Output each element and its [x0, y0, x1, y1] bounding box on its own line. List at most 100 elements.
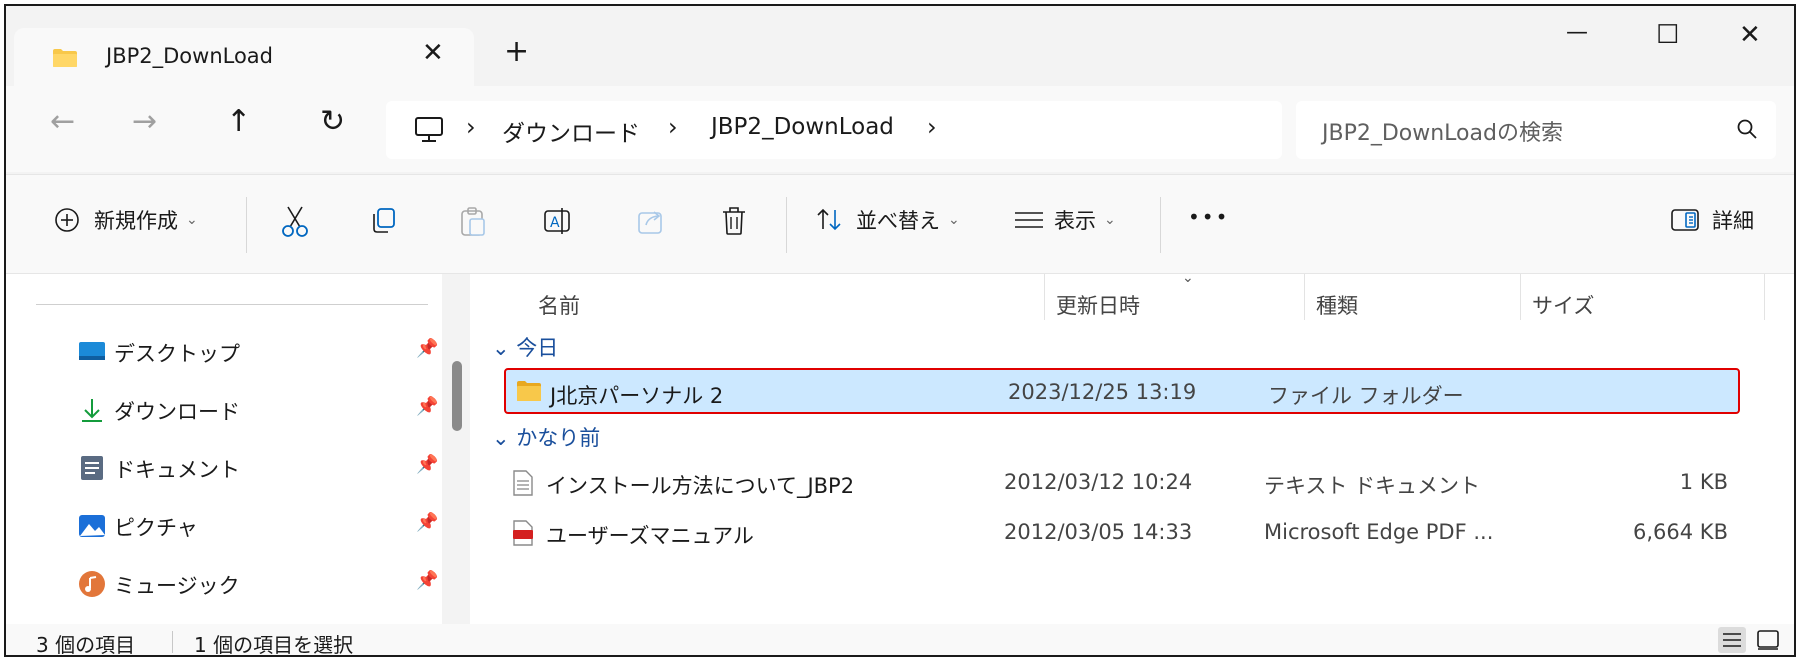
folder-icon [517, 381, 541, 401]
document-icon [81, 456, 103, 480]
sidebar-item-label: ダウンロード [114, 400, 240, 424]
paste-icon[interactable] [458, 205, 488, 239]
column-divider[interactable] [1044, 274, 1045, 320]
column-divider[interactable] [1764, 274, 1765, 320]
rename-icon[interactable]: A [542, 205, 574, 237]
sidebar-item-label: ミュージック [114, 574, 240, 598]
breadcrumb-item-jbp2-download[interactable]: JBP2_DownLoad [711, 114, 894, 140]
file-date: 2023/12/25 13:19 [1008, 380, 1197, 404]
details-pane-button[interactable]: 詳細 [1670, 205, 1754, 235]
tiles-view-icon [1757, 630, 1779, 650]
group-label: かなり前 [516, 426, 601, 450]
pdf-file-icon [513, 520, 533, 546]
file-row-selected[interactable]: J北京パーソナル 2 2023/12/25 13:19 ファイル フォルダー [504, 368, 1740, 414]
breadcrumb-separator[interactable]: › [927, 113, 937, 141]
forward-button[interactable]: → [132, 104, 157, 139]
group-label: 今日 [516, 336, 559, 360]
divider [172, 631, 173, 653]
sidebar-item-downloads[interactable]: ダウンロード 📌 [78, 390, 448, 430]
search-placeholder: JBP2_DownLoadの検索 [1322, 121, 1563, 146]
sidebar-item-label: ピクチャ [114, 516, 198, 540]
pin-icon[interactable]: 📌 [416, 338, 438, 359]
search-input[interactable]: JBP2_DownLoadの検索 [1296, 101, 1776, 159]
sidebar-scrollbar[interactable] [442, 274, 470, 624]
chevron-down-icon: ⌄ [186, 212, 198, 228]
column-header-size[interactable]: サイズ [1532, 290, 1594, 320]
svg-text:A: A [550, 215, 560, 231]
group-header-today[interactable]: ⌄ 今日 [492, 332, 558, 362]
file-row[interactable]: インストール方法について_JBP2 2012/03/12 10:24 テキスト … [502, 460, 1742, 506]
sidebar-item-pictures[interactable]: ピクチャ 📌 [78, 506, 448, 546]
file-size: 6,664 KB [1633, 520, 1728, 544]
file-type: テキスト ドキュメント [1264, 474, 1481, 498]
file-type: Microsoft Edge PDF ... [1264, 520, 1494, 544]
sort-icon [817, 208, 841, 231]
file-name: J北京パーソナル 2 [550, 384, 724, 408]
desktop-icon [79, 342, 105, 360]
pin-icon[interactable]: 📌 [416, 454, 438, 475]
title-bar: JBP2_DownLoad ✕ + — ☐ ✕ [6, 6, 1794, 86]
pictures-icon [79, 515, 105, 537]
this-pc-icon [415, 117, 443, 142]
text-file-icon [513, 470, 533, 496]
delete-icon[interactable] [720, 205, 748, 237]
pin-icon[interactable]: 📌 [416, 570, 438, 591]
sort-button[interactable]: 並べ替え ⌄ [816, 205, 960, 235]
cut-icon[interactable] [280, 205, 310, 239]
column-divider[interactable] [1304, 274, 1305, 320]
address-row: ← → ↑ ↻ › ダウンロード › JBP2_DownLoad › JBP2_… [6, 86, 1794, 172]
chevron-down-icon: ⌄ [1104, 212, 1116, 228]
item-count: 3 個の項目 [36, 633, 136, 657]
file-size: 1 KB [1679, 470, 1728, 494]
refresh-button[interactable]: ↻ [320, 104, 345, 139]
view-label: 表示 [1054, 209, 1096, 233]
view-list-icon [1015, 212, 1043, 228]
sidebar-item-desktop[interactable]: デスクトップ 📌 [78, 332, 448, 372]
breadcrumb-separator: › [466, 113, 476, 141]
address-bar[interactable]: › ダウンロード › JBP2_DownLoad › [386, 101, 1282, 159]
download-icon [82, 399, 102, 422]
command-bar: 新規作成 ⌄ A 並べ替え ⌄ 表示 ⌄ ••• 詳細 [6, 174, 1794, 274]
plus-circle-icon [55, 208, 79, 232]
share-icon[interactable] [636, 205, 666, 237]
file-name: インストール方法について_JBP2 [546, 474, 855, 498]
new-button[interactable]: 新規作成 ⌄ [54, 205, 198, 235]
column-divider[interactable] [1520, 274, 1521, 320]
chevron-down-icon: ⌄ [948, 212, 960, 228]
pin-icon[interactable]: 📌 [416, 512, 438, 533]
tab-jbp2-download[interactable]: JBP2_DownLoad ✕ [14, 28, 474, 86]
tab-close-button[interactable]: ✕ [422, 38, 444, 68]
sidebar-item-music[interactable]: ミュージック 📌 [78, 564, 448, 604]
group-header-long-ago[interactable]: ⌄ かなり前 [492, 422, 600, 452]
tab-title: JBP2_DownLoad [106, 44, 274, 68]
sidebar-item-label: デスクトップ [114, 342, 240, 366]
close-window-button[interactable]: ✕ [1739, 20, 1761, 50]
back-button[interactable]: ← [50, 104, 75, 139]
tiles-view-button[interactable] [1754, 627, 1782, 653]
more-options-button[interactable]: ••• [1188, 205, 1229, 229]
details-view-button[interactable] [1718, 627, 1746, 653]
sidebar-scrollbar-thumb[interactable] [452, 361, 462, 431]
column-header-type[interactable]: 種類 [1316, 290, 1358, 320]
up-button[interactable]: ↑ [226, 104, 251, 139]
file-type: ファイル フォルダー [1268, 384, 1464, 408]
breadcrumb-item-downloads[interactable]: ダウンロード [502, 114, 640, 148]
selection-count: 1 個の項目を選択 [194, 633, 354, 657]
column-header-date[interactable]: 更新日時 [1056, 290, 1140, 320]
copy-icon[interactable] [368, 205, 398, 237]
sort-indicator-icon: ⌄ [1182, 270, 1194, 286]
music-icon [79, 571, 105, 597]
maximize-button[interactable]: ☐ [1656, 20, 1679, 50]
sidebar-item-documents[interactable]: ドキュメント 📌 [78, 448, 448, 488]
file-row[interactable]: ユーザーズマニュアル 2012/03/05 14:33 Microsoft Ed… [502, 510, 1742, 556]
file-list: 名前 ⌄ 更新日時 種類 サイズ ⌄ 今日 J北京パーソナル 2 2023/12… [470, 270, 1794, 624]
details-label: 詳細 [1712, 209, 1754, 233]
pin-icon[interactable]: 📌 [416, 396, 438, 417]
column-header-name[interactable]: 名前 [538, 290, 580, 320]
view-button[interactable]: 表示 ⌄ [1014, 205, 1116, 235]
new-tab-button[interactable]: + [504, 34, 529, 69]
divider [246, 197, 247, 253]
breadcrumb-separator: › [668, 113, 678, 141]
sidebar-item-label: ドキュメント [114, 458, 240, 482]
minimize-button[interactable]: — [1566, 20, 1588, 45]
